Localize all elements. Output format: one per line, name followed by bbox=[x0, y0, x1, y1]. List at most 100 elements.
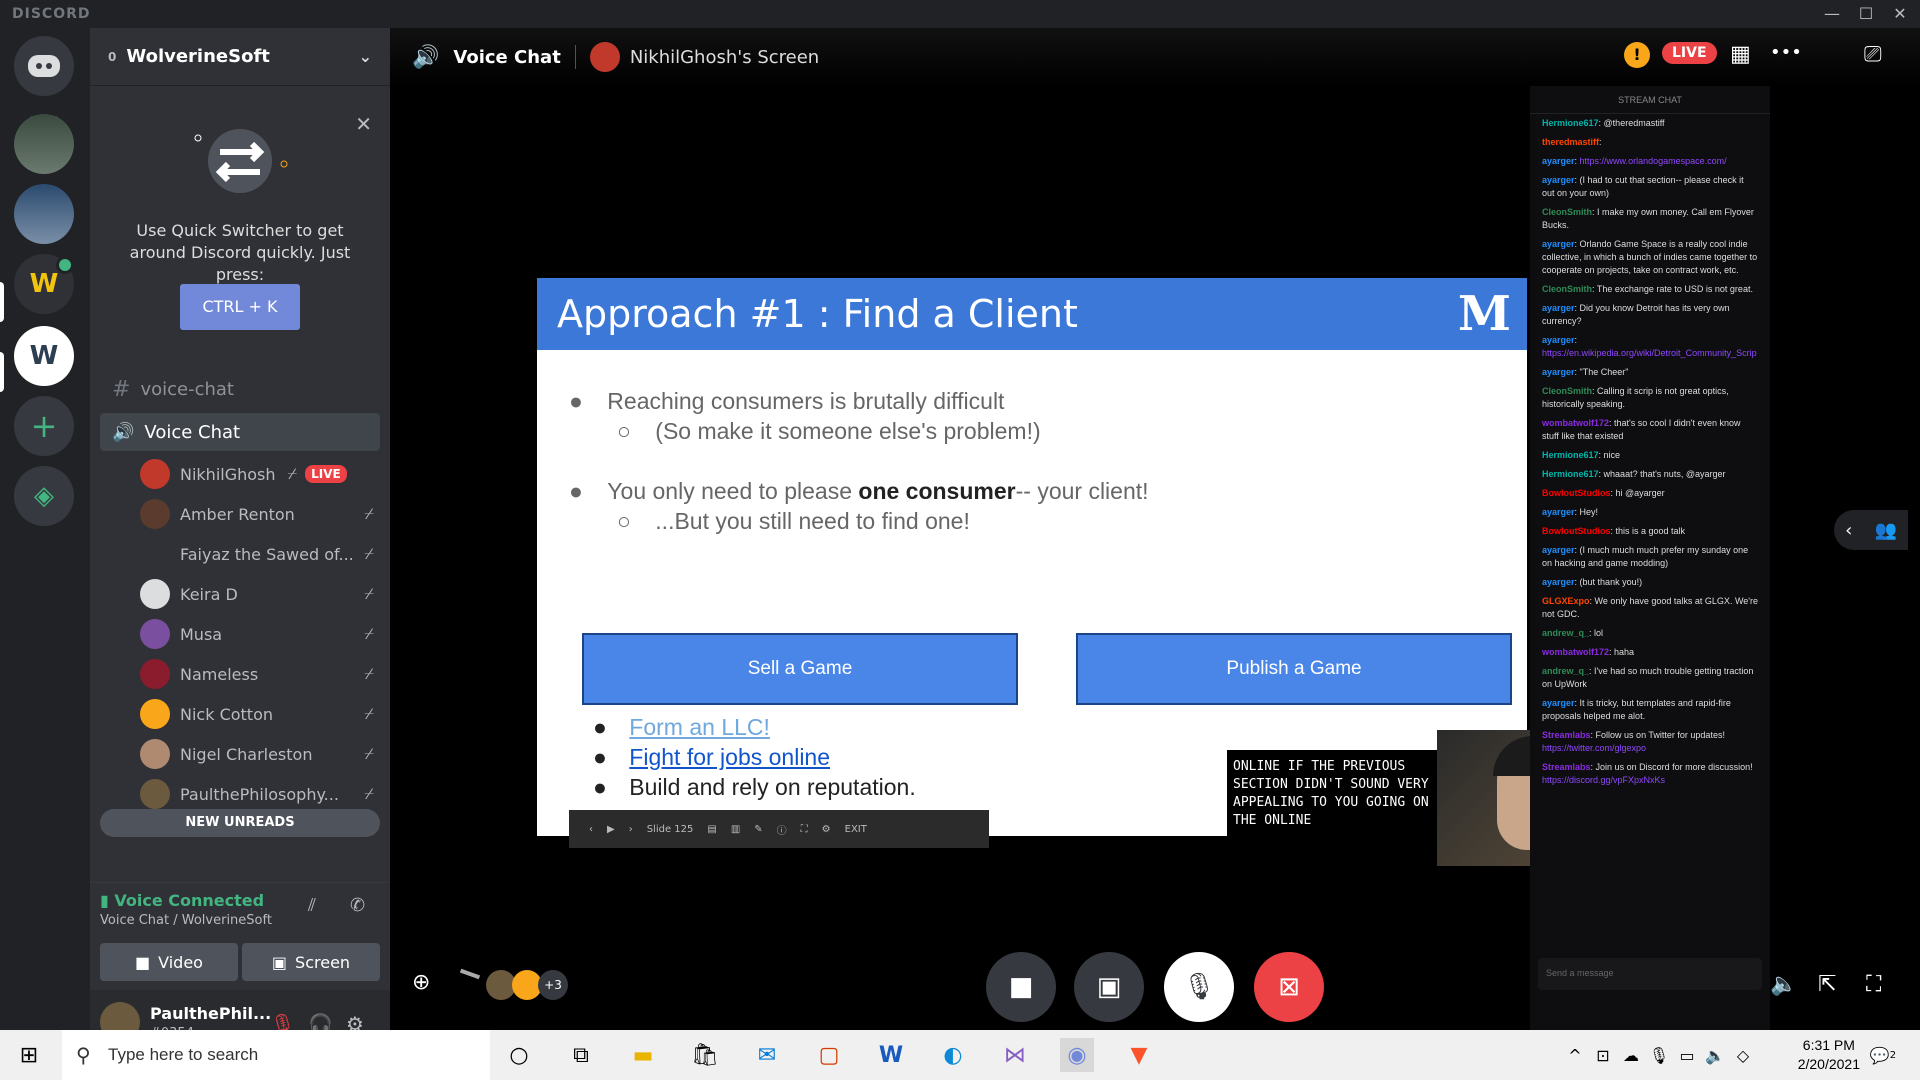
server-header[interactable]: 0 WolverineSoft ⌄ bbox=[90, 28, 390, 86]
chat-username[interactable]: CleonSmith bbox=[1542, 284, 1592, 294]
explore-compass-icon[interactable]: ◈ bbox=[14, 466, 74, 526]
avatar bbox=[140, 579, 170, 609]
brave-icon[interactable]: ▼ bbox=[1122, 1038, 1156, 1072]
chat-username[interactable]: ayarger bbox=[1542, 175, 1575, 185]
chat-link[interactable]: https://twitter.com/glgexpo bbox=[1542, 743, 1646, 753]
settings-icon: ⚙ bbox=[821, 823, 831, 835]
chat-username[interactable]: andrew_q_ bbox=[1542, 628, 1589, 638]
chat-username[interactable]: theredmastiff bbox=[1542, 137, 1599, 147]
chat-username[interactable]: ayarger bbox=[1542, 577, 1575, 587]
office-icon[interactable]: ▢ bbox=[812, 1038, 846, 1072]
chat-message: wombatwolf172: haha bbox=[1542, 647, 1635, 657]
camera-button[interactable]: ■ bbox=[986, 952, 1056, 1022]
windows-start-icon[interactable]: ⊞ bbox=[12, 1038, 46, 1072]
video-camera-icon: ■ bbox=[135, 952, 151, 972]
system-clock[interactable]: 6:31 PM 2/20/2021 bbox=[1798, 1036, 1860, 1074]
voice-connection-location[interactable]: Voice Chat / WolverineSoft bbox=[100, 913, 272, 928]
video-button[interactable]: ■ Video bbox=[100, 943, 238, 981]
chat-username[interactable]: BowloutStudios bbox=[1542, 488, 1611, 498]
voice-user-nikhilghosh[interactable]: NikhilGhosh ⌿ LIVE bbox=[140, 456, 380, 492]
inbox-icon[interactable]: ⎚ bbox=[1864, 42, 1882, 67]
stop-stream-button[interactable]: ⊠ bbox=[1254, 952, 1324, 1022]
invite-user-icon[interactable]: ⊕ bbox=[412, 970, 430, 995]
new-unreads-button[interactable]: NEW UNREADS bbox=[100, 809, 380, 837]
slide-header: Approach #1 : Find a Client M bbox=[537, 278, 1527, 350]
chat-username[interactable]: ayarger bbox=[1542, 545, 1575, 555]
chat-username[interactable]: ayarger bbox=[1542, 239, 1575, 249]
screen-share-button[interactable]: ▣ Screen bbox=[242, 943, 380, 981]
server-icon-1[interactable] bbox=[14, 114, 74, 174]
chat-username[interactable]: CleonSmith bbox=[1542, 386, 1592, 396]
server-icon-wolverinesoft[interactable]: W bbox=[14, 326, 74, 386]
members-toggle[interactable]: ‹ 👥 bbox=[1834, 510, 1908, 550]
home-button[interactable] bbox=[14, 36, 74, 96]
store-icon[interactable]: 🛍 bbox=[688, 1038, 722, 1072]
chat-message: BowloutStudios: this is a good talk bbox=[1542, 526, 1686, 536]
chat-username[interactable]: andrew_q_ bbox=[1542, 666, 1589, 676]
voice-user-nameless[interactable]: Nameless ⌿ bbox=[140, 656, 380, 692]
channel-voice-chat[interactable]: 🔊 Voice Chat bbox=[100, 413, 380, 451]
chat-message: ayarger: (but thank you!) bbox=[1542, 577, 1643, 587]
chat-username[interactable]: ayarger bbox=[1542, 156, 1575, 166]
chat-username[interactable]: Streamlabs bbox=[1542, 762, 1591, 772]
share-screen-button[interactable]: ▣ bbox=[1074, 952, 1144, 1022]
voice-user-nick-cotton[interactable]: Nick Cotton ⌿ bbox=[140, 696, 380, 732]
participants-more[interactable]: +3 bbox=[538, 970, 568, 1000]
file-explorer-icon[interactable]: ▬ bbox=[626, 1038, 660, 1072]
discord-taskbar-icon[interactable]: ◉ bbox=[1060, 1038, 1094, 1072]
app-brand: DISCORD bbox=[12, 6, 91, 22]
server-icon-2[interactable] bbox=[14, 184, 74, 244]
volume-icon[interactable]: 🔈 bbox=[1770, 972, 1797, 997]
chat-link[interactable]: https://www.orlandogamespace.com/ bbox=[1580, 156, 1727, 166]
add-server-icon[interactable]: + bbox=[14, 396, 74, 456]
voice-user-musa[interactable]: Musa ⌿ bbox=[140, 616, 380, 652]
notes-icon: ▥ bbox=[730, 823, 741, 835]
quick-switcher-shortcut-button[interactable]: CTRL + K bbox=[180, 284, 300, 330]
task-view-icon[interactable]: ⧉ bbox=[564, 1038, 598, 1072]
word-icon[interactable]: W bbox=[874, 1038, 908, 1072]
speaker-icon: 🔊 bbox=[112, 421, 135, 443]
tips-icon: ⓘ bbox=[776, 825, 787, 837]
close-window-button[interactable]: ✕ bbox=[1880, 0, 1920, 28]
grid-layout-icon[interactable]: ▦ bbox=[1730, 42, 1751, 67]
chat-username[interactable]: ayarger bbox=[1542, 367, 1575, 377]
chat-link[interactable]: https://en.wikipedia.org/wiki/Detroit_Co… bbox=[1542, 348, 1757, 358]
mute-button[interactable]: 🎙 bbox=[1164, 952, 1234, 1022]
voice-user-paulthephilosophy[interactable]: PaulthePhilosophy... ⌿ bbox=[140, 776, 380, 812]
close-icon[interactable]: ✕ bbox=[355, 112, 372, 136]
voice-user-amber-renton[interactable]: Amber Renton ⌿ bbox=[140, 496, 380, 532]
chat-username[interactable]: Hermione617 bbox=[1542, 469, 1599, 479]
disconnect-icon[interactable]: ✆ bbox=[350, 895, 365, 916]
voice-user-nigel-charleston[interactable]: Nigel Charleston ⌿ bbox=[140, 736, 380, 772]
popout-icon[interactable]: ⇱ bbox=[1818, 972, 1836, 997]
chat-text: lol bbox=[1594, 628, 1604, 638]
chat-username[interactable]: Hermione617 bbox=[1542, 118, 1599, 128]
chat-username[interactable]: ayarger bbox=[1542, 303, 1575, 313]
chat-username[interactable]: BowloutStudios bbox=[1542, 526, 1611, 536]
chat-username[interactable]: ayarger bbox=[1542, 698, 1575, 708]
more-options-icon[interactable]: ••• bbox=[1770, 42, 1802, 63]
voice-user-keira-d[interactable]: Keira D ⌿ bbox=[140, 576, 380, 612]
chat-username[interactable]: wombatwolf172 bbox=[1542, 647, 1609, 657]
warning-icon[interactable]: ! bbox=[1624, 42, 1650, 68]
clock-time: 6:31 PM bbox=[1802, 1037, 1855, 1053]
chat-username[interactable]: Hermione617 bbox=[1542, 450, 1599, 460]
dropbox-icon[interactable]: ◇ bbox=[1726, 1038, 1760, 1072]
chat-username[interactable]: ayarger bbox=[1542, 507, 1575, 517]
channel-voice-chat-text[interactable]: # voice-chat bbox=[100, 370, 380, 408]
visual-studio-icon[interactable]: ⋈ bbox=[998, 1038, 1032, 1072]
voice-user-faiyaz[interactable]: Faiyaz the Sawed of... ⌿ bbox=[140, 536, 380, 572]
chat-username[interactable]: ayarger bbox=[1542, 335, 1575, 345]
chat-username[interactable]: wombatwolf172 bbox=[1542, 418, 1609, 428]
notifications-icon[interactable]: 💬 2 bbox=[1866, 1038, 1900, 1072]
chat-link[interactable]: https://discord.gg/vpFXpxNxKs bbox=[1542, 775, 1665, 785]
chat-username[interactable]: Streamlabs bbox=[1542, 730, 1591, 740]
taskbar-search[interactable]: ⚲ Type here to search bbox=[62, 1030, 490, 1080]
fullscreen-icon[interactable]: ⛶ bbox=[1866, 972, 1881, 997]
cortana-icon[interactable]: ○ bbox=[502, 1038, 536, 1072]
mail-icon[interactable]: ✉ bbox=[750, 1038, 784, 1072]
edge-icon[interactable]: ◐ bbox=[936, 1038, 970, 1072]
chat-username[interactable]: CleonSmith bbox=[1542, 207, 1592, 217]
chat-username[interactable]: GLGXExpo bbox=[1542, 596, 1590, 606]
noise-suppression-icon[interactable]: ⫽ bbox=[308, 895, 316, 916]
